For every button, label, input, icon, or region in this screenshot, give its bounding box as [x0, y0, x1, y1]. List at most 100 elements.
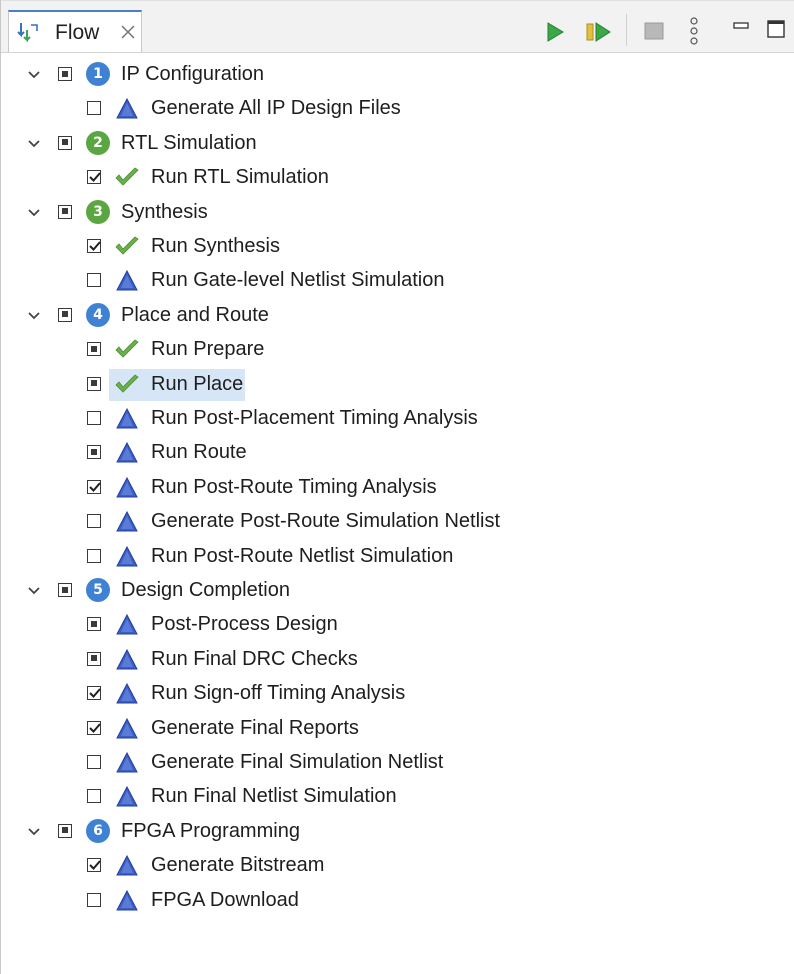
- pending-triangle-icon: [116, 407, 138, 429]
- checkbox[interactable]: [58, 307, 72, 322]
- task-row[interactable]: Run Final Netlist Simulation: [0, 780, 794, 814]
- step-number-badge: 1: [86, 62, 110, 86]
- checkbox[interactable]: [58, 67, 72, 81]
- chevron-down-icon[interactable]: [27, 68, 41, 82]
- checkbox[interactable]: [87, 342, 101, 357]
- task-label: Generate Final Reports: [151, 716, 359, 739]
- checkbox[interactable]: [87, 376, 101, 391]
- task-row[interactable]: FPGA Download: [0, 884, 794, 918]
- chevron-down-icon[interactable]: [27, 137, 41, 151]
- task-label: Run Post-Placement Timing Analysis: [151, 407, 478, 429]
- task-row[interactable]: Run Synthesis: [0, 230, 794, 264]
- checkbox[interactable]: [87, 170, 101, 185]
- tab-flow[interactable]: Flow: [8, 10, 142, 52]
- checkbox[interactable]: [58, 583, 72, 597]
- checkbox[interactable]: [87, 686, 101, 701]
- checkbox-partial-mark: [90, 655, 97, 662]
- pending-triangle-icon: [116, 442, 138, 463]
- checkbox[interactable]: [87, 239, 101, 253]
- run-icon[interactable]: [543, 20, 567, 44]
- checkmark-icon: [89, 482, 101, 492]
- checkmark-icon: [89, 241, 101, 251]
- checkbox[interactable]: [58, 204, 72, 219]
- task-label: Run Synthesis: [151, 235, 280, 257]
- checkbox[interactable]: [87, 411, 101, 425]
- step-label: Design Completion: [121, 579, 290, 601]
- checkbox[interactable]: [87, 720, 101, 735]
- checkbox-partial-mark: [90, 380, 97, 387]
- task-label: Run Final DRC Checks: [151, 647, 358, 670]
- checkbox[interactable]: [87, 479, 101, 494]
- checkbox[interactable]: [87, 892, 101, 907]
- chevron-down-icon[interactable]: [27, 825, 41, 839]
- checkbox[interactable]: [87, 858, 101, 873]
- step-label: RTL Simulation: [121, 131, 257, 154]
- checkbox[interactable]: [87, 617, 101, 632]
- view-menu-icon[interactable]: [689, 16, 699, 46]
- checkbox[interactable]: [87, 755, 101, 769]
- checkbox[interactable]: [87, 548, 101, 563]
- checkbox-partial-mark: [61, 208, 68, 215]
- checkbox[interactable]: [87, 101, 101, 116]
- task-row[interactable]: Run Post-Route Netlist Simulation: [0, 540, 794, 574]
- done-check-icon: [115, 167, 139, 186]
- checkbox-partial-mark: [61, 70, 68, 77]
- checkbox[interactable]: [87, 273, 101, 288]
- checkmark-icon: [89, 860, 101, 871]
- task-row[interactable]: Generate Final Reports: [0, 712, 794, 746]
- task-row[interactable]: Generate Bitstream: [0, 849, 794, 883]
- task-row[interactable]: Run Post-Route Timing Analysis: [0, 471, 794, 505]
- pending-triangle-icon: [116, 855, 138, 876]
- toolbar-separator: [626, 14, 627, 46]
- checkbox[interactable]: [87, 651, 101, 666]
- step-number-badge: 6: [86, 818, 110, 843]
- checkmark-icon: [89, 722, 101, 733]
- done-check-icon: [115, 339, 139, 358]
- step-row-2[interactable]: 2 RTL Simulation: [0, 127, 794, 161]
- task-row[interactable]: Run Place: [0, 368, 794, 402]
- task-row[interactable]: Generate All IP Design Files: [0, 92, 794, 126]
- minimize-icon[interactable]: [733, 22, 749, 30]
- task-label: Generate Post-Route Simulation Netlist: [151, 510, 501, 533]
- close-icon[interactable]: [119, 23, 137, 41]
- task-row[interactable]: Run Sign-off Timing Analysis: [0, 677, 794, 711]
- task-row[interactable]: Generate Final Simulation Netlist: [0, 746, 794, 780]
- checkbox[interactable]: [87, 445, 101, 460]
- task-row[interactable]: Run Final DRC Checks: [0, 643, 794, 677]
- checkbox-partial-mark: [61, 827, 68, 834]
- step-row-5[interactable]: 5 Design Completion: [0, 574, 794, 608]
- task-row[interactable]: Run RTL Simulation: [0, 161, 794, 195]
- step-row-6[interactable]: 6 FPGA Programming: [0, 815, 794, 849]
- checkbox[interactable]: [87, 514, 101, 529]
- task-label: FPGA Download: [151, 888, 299, 911]
- stop-icon[interactable]: [643, 20, 665, 42]
- checkmark-icon: [89, 688, 101, 699]
- step-row-3[interactable]: 3 Synthesis: [0, 196, 794, 230]
- pending-triangle-icon: [116, 614, 138, 635]
- checkbox-partial-mark: [61, 311, 68, 318]
- task-row[interactable]: Post-Process Design: [0, 608, 794, 642]
- step-number-badge: 4: [86, 302, 110, 327]
- task-row[interactable]: Run Prepare: [0, 333, 794, 367]
- task-row[interactable]: Generate Post-Route Simulation Netlist: [0, 505, 794, 539]
- task-row[interactable]: Run Gate-level Netlist Simulation: [0, 264, 794, 298]
- chevron-down-icon[interactable]: [27, 584, 41, 598]
- flow-icon: [17, 23, 38, 43]
- step-row-4[interactable]: 4 Place and Route: [0, 299, 794, 333]
- chevron-down-icon[interactable]: [27, 206, 41, 220]
- pending-triangle-icon: [116, 648, 138, 670]
- task-row[interactable]: Run Post-Placement Timing Analysis: [0, 402, 794, 436]
- done-check-icon: [115, 374, 139, 393]
- task-label: Generate Final Simulation Netlist: [151, 751, 444, 773]
- checkbox[interactable]: [87, 789, 101, 804]
- maximize-icon[interactable]: [766, 19, 786, 39]
- checkbox[interactable]: [58, 135, 72, 150]
- done-check-icon: [115, 236, 139, 255]
- run-all-icon[interactable]: [585, 20, 613, 44]
- checkbox[interactable]: [58, 823, 72, 838]
- task-row[interactable]: Run Route: [0, 436, 794, 470]
- task-label: Post-Process Design: [151, 613, 338, 636]
- step-label: Synthesis: [121, 200, 208, 223]
- chevron-down-icon[interactable]: [27, 309, 41, 323]
- step-row-1[interactable]: 1 IP Configuration: [0, 58, 794, 92]
